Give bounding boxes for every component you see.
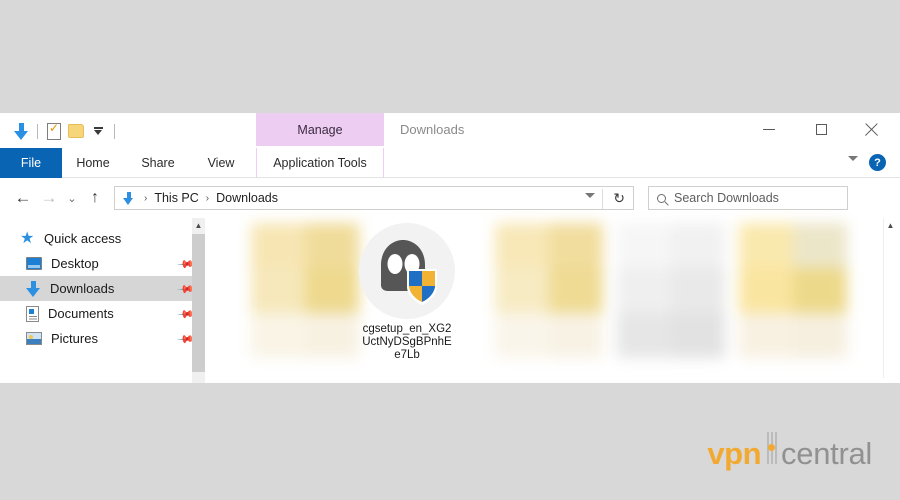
downloads-arrow-icon — [123, 191, 134, 205]
recent-locations-button[interactable]: ⌄ — [62, 183, 82, 213]
cyberghost-setup-icon — [359, 223, 455, 319]
maximize-icon — [815, 124, 827, 135]
toolbar-divider — [37, 123, 38, 139]
sidebar-item-downloads[interactable]: Downloads 📌 — [0, 276, 205, 301]
sidebar-item-desktop[interactable]: Desktop 📌 — [0, 251, 205, 276]
sidebar-scrollbar[interactable]: ▲ — [192, 218, 205, 383]
downloads-arrow-icon — [26, 280, 41, 297]
chevron-up-icon[interactable]: ▲ — [884, 218, 897, 233]
tab-view[interactable]: View — [192, 148, 250, 178]
file-name-line-1: cgsetup_en_XG2 — [362, 323, 452, 335]
documents-icon — [26, 305, 39, 322]
navigation-pane: ★ Quick access Desktop 📌 Downloads 📌 Doc… — [0, 218, 205, 383]
ribbon-tab-bar: File Home Share View Application Tools ? — [0, 148, 900, 178]
blurred-thumbnail — [495, 223, 603, 358]
contextual-tab-manage[interactable]: Manage — [256, 113, 384, 146]
search-placeholder: Search Downloads — [674, 191, 779, 205]
contextual-tab-label: Manage — [297, 122, 343, 137]
help-button[interactable]: ? — [869, 154, 886, 171]
sidebar-scrollbar-thumb[interactable] — [192, 234, 205, 372]
file-name-label: cgsetup_en_XG2 UctNyDSgBPnhE e7Lb — [355, 323, 459, 362]
list-item[interactable] — [711, 218, 847, 378]
file-entry[interactable]: cgsetup_en_XG2 UctNyDSgBPnhE e7Lb — [353, 218, 461, 362]
sidebar-item-pictures[interactable]: Pictures 📌 — [0, 326, 205, 351]
title-bar: Manage Downloads — [0, 113, 900, 148]
file-list-scrollbar[interactable]: ▲ — [883, 218, 897, 378]
chevron-up-icon[interactable]: ▲ — [192, 218, 205, 233]
list-item[interactable] — [223, 218, 359, 378]
close-button[interactable] — [848, 113, 894, 146]
customize-chevron-icon[interactable] — [87, 120, 109, 142]
desktop-icon — [26, 257, 42, 270]
minimize-button[interactable] — [746, 113, 792, 146]
address-divider — [602, 189, 603, 209]
tab-share[interactable]: Share — [126, 148, 190, 178]
pin-star-icon: ★ — [20, 230, 35, 247]
sidebar-item-label: Downloads — [50, 281, 115, 296]
list-item-cgsetup[interactable]: cgsetup_en_XG2 UctNyDSgBPnhE e7Lb — [345, 218, 467, 378]
search-input[interactable]: Search Downloads — [648, 186, 848, 210]
tab-file[interactable]: File — [0, 148, 62, 178]
breadcrumb-dropdown-button[interactable] — [585, 193, 595, 198]
chevron-down-icon — [585, 193, 595, 198]
screen: Manage Downloads File Home Share View Ap… — [0, 0, 900, 500]
sidebar-item-documents[interactable]: Documents 📌 — [0, 301, 205, 326]
breadcrumb[interactable]: › This PC › Downloads ↻ — [114, 186, 634, 210]
sidebar-item-label: Documents — [48, 306, 114, 321]
up-button[interactable]: ↑ — [82, 183, 108, 213]
toolbar-divider-2 — [114, 123, 115, 139]
new-folder-icon[interactable] — [65, 120, 87, 142]
watermark-brand-second: central — [781, 436, 872, 471]
chevron-down-icon — [848, 156, 858, 161]
minimize-icon — [763, 128, 775, 131]
close-icon — [864, 123, 878, 137]
file-name-line-2: UctNyDSgBPnhE — [362, 336, 452, 348]
sidebar-item-label: Desktop — [51, 256, 99, 271]
list-item[interactable] — [589, 218, 725, 378]
vpncentral-watermark: vpn central — [707, 432, 872, 472]
ribbon-expand-button[interactable] — [848, 156, 858, 161]
blurred-thumbnail — [739, 223, 847, 358]
file-name-line-3: e7Lb — [394, 349, 420, 361]
sidebar-item-quick-access[interactable]: ★ Quick access — [0, 226, 205, 251]
sidebar-item-label: Pictures — [51, 331, 98, 346]
forward-button[interactable]: → — [36, 183, 62, 213]
breadcrumb-item-downloads[interactable]: Downloads — [214, 191, 280, 205]
breadcrumb-separator-1: › — [205, 192, 210, 204]
blurred-thumbnail — [617, 223, 725, 358]
cyberghost-glyph — [381, 240, 437, 305]
file-explorer-window: Manage Downloads File Home Share View Ap… — [0, 113, 900, 383]
quick-access-toolbar — [10, 119, 120, 143]
watermark-brand-first: vpn — [707, 436, 762, 471]
list-item[interactable] — [467, 218, 603, 378]
back-button[interactable]: ← — [10, 183, 36, 213]
breadcrumb-separator-0: › — [144, 192, 148, 204]
blurred-thumbnail — [251, 223, 359, 358]
watermark-divider-icon — [763, 432, 779, 464]
file-grid: cgsetup_en_XG2 UctNyDSgBPnhE e7Lb — [223, 218, 847, 378]
file-list-pane[interactable]: cgsetup_en_XG2 UctNyDSgBPnhE e7Lb ▲ — [205, 218, 900, 383]
window-title: Downloads — [400, 122, 465, 137]
window-body: ★ Quick access Desktop 📌 Downloads 📌 Doc… — [0, 218, 900, 383]
maximize-button[interactable] — [798, 113, 844, 146]
help-label: ? — [874, 156, 881, 169]
address-bar: ← → ⌄ ↑ › This PC › Downloads ↻ Search D… — [0, 178, 900, 218]
tab-home[interactable]: Home — [62, 148, 124, 178]
tab-application-tools[interactable]: Application Tools — [256, 148, 384, 178]
downloads-arrow-icon[interactable] — [10, 120, 32, 142]
pictures-icon — [26, 332, 42, 345]
properties-icon[interactable] — [43, 120, 65, 142]
search-icon — [657, 193, 666, 203]
refresh-button[interactable]: ↻ — [613, 190, 625, 207]
sidebar-item-label: Quick access — [44, 231, 122, 246]
breadcrumb-item-this-pc[interactable]: This PC — [152, 191, 200, 205]
